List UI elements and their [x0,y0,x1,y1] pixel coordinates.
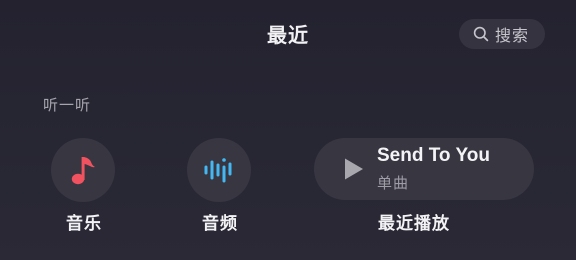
song-type: 单曲 [377,174,410,192]
search-icon [473,26,489,42]
recent-play-label: 最近播放 [378,214,450,234]
section-title: 听一听 [43,96,92,114]
audio-label: 音频 [202,214,238,234]
audio-button[interactable] [187,138,251,202]
search-button[interactable]: 搜索 [459,19,545,49]
music-note-icon [71,157,95,185]
music-label: 音乐 [66,214,102,234]
play-icon[interactable] [343,157,365,181]
song-title: Send To You [377,145,490,166]
search-label: 搜索 [495,26,530,45]
music-button[interactable] [51,138,115,202]
audio-wave-icon [204,158,232,183]
